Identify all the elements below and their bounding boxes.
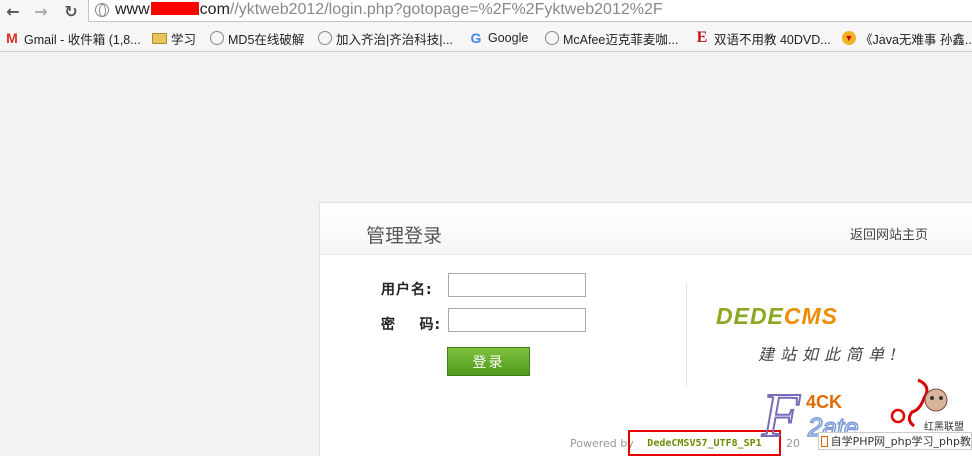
- bookmarks-bar: M Gmail - 收件箱 (1,8... 学习 MD5在线破解 加入齐治|齐治科…: [0, 24, 972, 52]
- bookmark-study-folder[interactable]: 学习: [152, 29, 196, 47]
- watermark-ribbon: 自学PHP网_php学习_php教: [818, 432, 972, 450]
- folder-icon: [152, 32, 167, 44]
- dedecms-logo: DEDECMS: [716, 303, 839, 329]
- globe-icon: [318, 31, 332, 45]
- password-label: 密 码:: [381, 317, 442, 333]
- svg-text:4CK: 4CK: [806, 392, 842, 412]
- globe-icon: [545, 31, 559, 45]
- powered-by-text: Powered by: [570, 437, 634, 450]
- bookmark-bilingual[interactable]: E 双语不用教 40DVD...: [694, 29, 831, 47]
- e-icon: E: [696, 29, 708, 46]
- version-highlight: DedeCMSV57_UTF8_SP1: [628, 430, 781, 456]
- watermark-tag: 红黑联盟: [924, 422, 964, 433]
- forward-arrow-icon[interactable]: →: [30, 1, 52, 21]
- browser-toolbar: ← → ↻ www com//yktweb2012/login.php?gotop…: [0, 0, 972, 24]
- bookmark-md5[interactable]: MD5在线破解: [210, 29, 304, 47]
- back-arrow-icon[interactable]: ←: [2, 1, 24, 21]
- page-title: 管理登录: [366, 225, 443, 247]
- version-text: DedeCMSV57_UTF8_SP1: [647, 437, 762, 449]
- password-input[interactable]: [448, 308, 586, 332]
- reload-icon[interactable]: ↻: [60, 1, 82, 21]
- site-watermark: F 4CK 2ate 红黑联盟 自学PHP网_php学习_php教: [760, 378, 972, 456]
- bookmark-gmail[interactable]: M Gmail - 收件箱 (1,8...: [4, 29, 141, 47]
- bookmark-google[interactable]: G Google: [468, 29, 529, 47]
- login-header: 管理登录 返回网站主页: [320, 203, 972, 255]
- bookmark-qizhi[interactable]: 加入齐治|齐治科技|...: [318, 29, 453, 47]
- address-bar[interactable]: www com//yktweb2012/login.php?gotopage=%2…: [88, 0, 972, 22]
- bookmark-java[interactable]: ▼ 《Java无难事 孙鑫...: [842, 29, 972, 47]
- address-url[interactable]: www com//yktweb2012/login.php?gotopage=%2…: [115, 1, 663, 19]
- redaction-bar: [150, 2, 199, 15]
- globe-icon: [210, 31, 224, 45]
- bookmark-mcafee[interactable]: McAfee迈克菲麦咖...: [545, 29, 678, 47]
- badge-icon: ▼: [842, 31, 856, 45]
- username-label: 用户名:: [381, 282, 433, 298]
- username-input[interactable]: [448, 273, 586, 297]
- page-globe-icon: [95, 3, 109, 17]
- google-icon: G: [470, 30, 482, 46]
- vertical-divider: [686, 283, 687, 387]
- php-icon: [821, 435, 828, 447]
- svg-text:F: F: [761, 382, 801, 450]
- gmail-icon: M: [6, 30, 18, 46]
- login-button[interactable]: 登录: [447, 347, 530, 376]
- slogan: 建站如此简单!: [758, 345, 903, 364]
- home-link[interactable]: 返回网站主页: [850, 224, 928, 243]
